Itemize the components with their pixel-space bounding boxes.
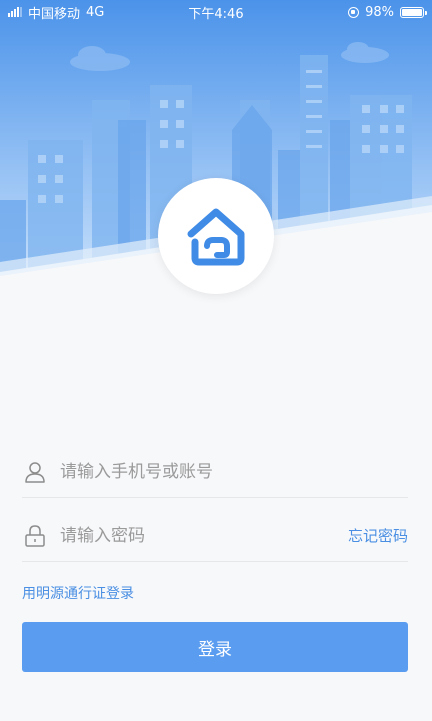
network-type: 4G xyxy=(86,4,105,20)
status-bar: 中国移动 4G 下午4:46 98% xyxy=(0,0,432,24)
carrier-name: 中国移动 xyxy=(28,6,81,22)
login-form: 忘记密码 xyxy=(22,446,408,562)
password-field-row: 忘记密码 xyxy=(22,510,408,562)
clock: 下午4:46 xyxy=(188,6,244,22)
lock-icon xyxy=(22,523,48,549)
password-input[interactable] xyxy=(60,525,348,546)
account-input[interactable] xyxy=(60,461,408,482)
user-icon xyxy=(22,459,48,485)
passport-login-link[interactable]: 用明源通行证登录 xyxy=(22,583,134,603)
status-right: 98% xyxy=(348,4,427,20)
app-logo xyxy=(158,178,274,294)
house-logo-icon xyxy=(187,208,245,266)
login-button[interactable]: 登录 xyxy=(22,622,408,672)
battery-percent: 98% xyxy=(365,4,394,20)
rotation-lock-icon xyxy=(348,6,360,18)
forgot-password-link[interactable]: 忘记密码 xyxy=(348,525,408,546)
battery-icon xyxy=(400,6,427,18)
signal-strength-icon xyxy=(8,7,22,17)
account-field-row xyxy=(22,446,408,498)
status-left: 中国移动 4G xyxy=(8,3,104,22)
